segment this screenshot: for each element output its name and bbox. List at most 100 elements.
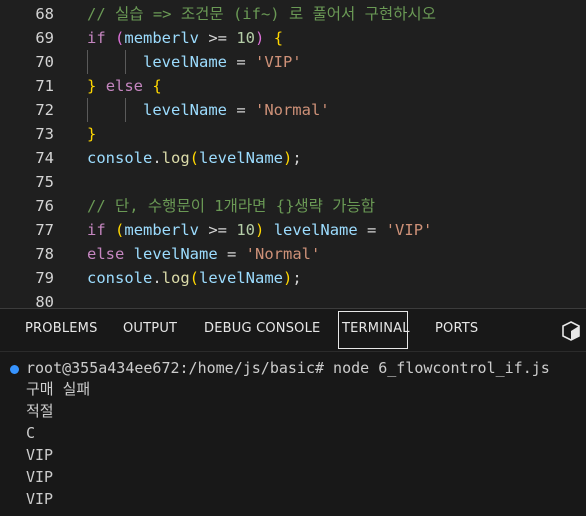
code-text: console.log(levelName);	[87, 266, 302, 290]
code-token: .	[152, 269, 162, 287]
code-token: =	[217, 245, 246, 263]
line-number: 76	[35, 197, 54, 215]
code-token: (	[115, 221, 125, 239]
line-number: 68	[35, 5, 54, 23]
line-number: 80	[35, 293, 54, 308]
code-token: =	[357, 221, 386, 239]
code-line[interactable]: 73}	[0, 122, 586, 146]
code-token: memberlv	[124, 221, 200, 239]
code-token: >=	[199, 29, 237, 47]
code-token: =	[226, 53, 255, 71]
code-token: log	[161, 149, 190, 167]
code-token: }	[87, 125, 97, 143]
code-token: memberlv	[124, 29, 200, 47]
code-token: else	[87, 245, 125, 263]
code-text: if (memberlv >= 10) levelName = 'VIP'	[87, 218, 432, 242]
code-line[interactable]: 69 if (memberlv >= 10) {	[0, 26, 586, 50]
code-token: else	[105, 77, 144, 95]
code-token: 'VIP'	[254, 53, 302, 71]
code-text: // 실습 => 조건문 (if~) 로 풀어서 구현하시오	[87, 2, 436, 26]
code-token: if	[87, 29, 106, 47]
code-line[interactable]: 74 console.log(levelName);	[0, 146, 586, 170]
code-token: 10	[236, 29, 256, 47]
code-token: (	[189, 269, 200, 287]
code-text: }	[87, 122, 96, 146]
terminal-output-line: 구매 실패	[26, 380, 91, 398]
code-token: if	[87, 221, 106, 239]
code-editor[interactable]: 68// 실습 => 조건문 (if~) 로 풀어서 구현하시오 69 if (me…	[0, 0, 586, 308]
code-token: (	[115, 29, 125, 47]
code-text: else levelName = 'Normal'	[87, 242, 320, 266]
tab-problems[interactable]: PROBLEMS	[25, 321, 98, 336]
code-token: >=	[199, 221, 237, 239]
line-number: 78	[35, 245, 54, 263]
code-line[interactable]: 70 levelName = 'VIP'	[0, 50, 586, 74]
terminal-output-line: C	[26, 424, 36, 442]
tab-output[interactable]: OUTPUT	[123, 321, 177, 336]
code-token: {	[273, 29, 284, 47]
line-number: 69	[35, 29, 54, 47]
terminal-output-line: VIP	[26, 446, 54, 464]
terminal-output-line: 적절	[26, 402, 54, 420]
code-token: levelName	[273, 221, 358, 239]
indent-guide	[125, 50, 126, 74]
terminal-output-line: VIP	[26, 468, 54, 486]
line-number: 79	[35, 269, 54, 287]
code-token: levelName	[199, 149, 284, 167]
code-token: ;	[292, 149, 302, 167]
terminal-view[interactable]: root@355a434ee672:/home/js/basic# node 6…	[0, 351, 586, 516]
code-token: }	[87, 77, 97, 95]
line-number: 77	[35, 221, 54, 239]
code-token: =	[226, 101, 255, 119]
code-token: console	[87, 269, 153, 287]
code-text: if (memberlv >= 10) {	[87, 26, 283, 50]
code-token: // 단, 수행문이 1개라면 {}생략 가능함	[87, 197, 376, 215]
code-line[interactable]: 76 // 단, 수행문이 1개라면 {}생략 가능함	[0, 194, 586, 218]
code-line[interactable]: 78 else levelName = 'Normal'	[0, 242, 586, 266]
terminal-split-icon[interactable]	[561, 321, 581, 341]
code-token: 10	[236, 221, 256, 239]
code-token: .	[152, 149, 162, 167]
code-line[interactable]: 80	[0, 290, 586, 308]
code-line[interactable]: 68 // 실습 => 조건문 (if~) 로 풀어서 구현하시오	[0, 2, 586, 26]
code-text: console.log(levelName);	[87, 146, 302, 170]
code-line[interactable]: 79 console.log(levelName);	[0, 266, 586, 290]
code-token: (	[189, 149, 200, 167]
indent-guide	[125, 98, 126, 122]
line-number: 73	[35, 125, 54, 143]
code-line[interactable]: 71 } else {	[0, 74, 586, 98]
line-number: 70	[35, 53, 54, 71]
line-number: 74	[35, 149, 54, 167]
code-text: levelName = 'Normal'	[87, 98, 330, 122]
terminal-output-line: VIP	[26, 490, 54, 508]
panel-tab-bar: PROBLEMS OUTPUT DEBUG CONSOLE TERMINAL P…	[0, 309, 586, 351]
code-text: levelName = 'VIP'	[87, 50, 302, 74]
terminal-command-line: root@355a434ee672:/home/js/basic# node 6…	[26, 359, 550, 377]
line-number: 72	[35, 101, 54, 119]
code-token: console	[87, 149, 153, 167]
tab-terminal[interactable]: TERMINAL	[342, 321, 410, 336]
code-text: } else {	[87, 74, 162, 98]
code-token: levelName	[87, 53, 227, 71]
indent-guide	[87, 50, 88, 74]
code-token: // 실습 => 조건문 (if~) 로 풀어서 구현하시오	[87, 5, 436, 23]
code-token: )	[255, 29, 265, 47]
code-token: )	[283, 269, 293, 287]
code-token: ;	[292, 269, 302, 287]
tab-debug-console[interactable]: DEBUG CONSOLE	[204, 321, 320, 336]
tab-ports[interactable]: PORTS	[435, 321, 478, 336]
line-number: 71	[35, 77, 54, 95]
code-line[interactable]: 77 if (memberlv >= 10) levelName = 'VIP'	[0, 218, 586, 242]
code-line[interactable]: 75	[0, 170, 586, 194]
code-token: levelName	[199, 269, 284, 287]
code-token: 'Normal'	[254, 101, 330, 119]
code-line[interactable]: 72 levelName = 'Normal'	[0, 98, 586, 122]
indent-guide	[87, 98, 88, 122]
